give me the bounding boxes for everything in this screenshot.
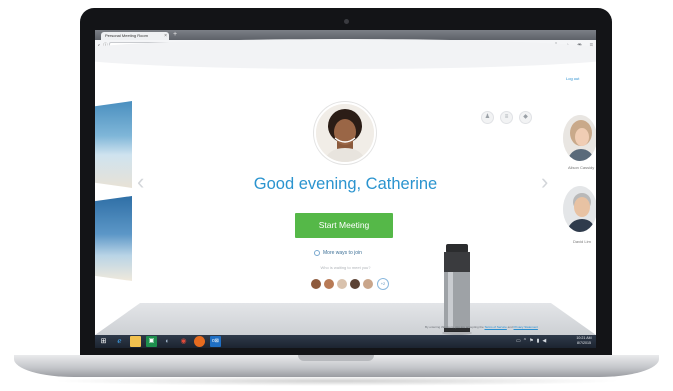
greeting-heading: Good evening, Catherine [253,175,438,193]
host-avatar [314,102,376,164]
host-portrait [316,104,374,162]
waiting-attendees: +2 [310,278,389,290]
attendee-avatar[interactable] [349,278,361,290]
taskbar-apps: ⊞ ℯ ▣ ◐ ◉ o⊠ [98,336,221,347]
meeting-room-page: Log out ‹ › ♟ ≡ ◆ Good evening, Catherin… [95,39,596,335]
keyboard-icon[interactable]: ▭ [516,337,521,346]
clock-date: 8/7/2015 [577,341,591,345]
laptop-shadow [50,376,623,386]
firefox-icon[interactable] [194,336,205,347]
travel-mug-image [442,244,472,335]
list-icon[interactable]: ≡ [500,111,513,124]
logout-link[interactable]: Log out [566,76,579,81]
browser-tab-title: Personal Meeting Room [105,33,148,38]
start-meeting-button[interactable]: Start Meeting [295,213,393,238]
legal-text: By entering this room, you are accepting… [425,325,484,329]
waiting-label: Who is waiting to meet you? [320,265,371,270]
system-tray: ▭ ^ ⚑ ▮ ◀ [516,337,546,346]
taskbar-clock[interactable]: 10:21 AM 8/7/2015 [573,336,595,346]
room-action-icons: ♟ ≡ ◆ [481,111,532,124]
browser-tab[interactable]: Personal Meeting Room × [101,32,169,40]
floor-platform [95,303,596,335]
laptop-base-notch [298,355,374,361]
right-person-name: David Lim [573,239,591,244]
chrome-icon[interactable]: ◉ [178,336,189,347]
legal-notice: By entering this room, you are accepting… [425,325,538,329]
volume-icon[interactable]: ◀ [542,337,546,346]
terms-link[interactable]: Terms of Service [484,325,506,329]
webcam-dot [344,19,349,24]
right-person-avatar[interactable] [563,186,596,232]
legal-and: and [507,325,513,329]
more-attendees-badge[interactable]: +2 [377,278,389,290]
store-icon[interactable]: ▣ [146,336,157,347]
new-tab-icon[interactable]: + [173,31,177,39]
outlook-icon[interactable]: o⊠ [210,336,221,347]
header-arc [95,39,596,69]
right-person-portrait [563,115,596,161]
windows-taskbar: ⊞ ℯ ▣ ◐ ◉ o⊠ ▭ ^ ⚑ ▮ ◀ 10:21 AM 8/7/2015 [95,335,596,348]
flag-icon[interactable]: ⚑ [529,337,533,346]
attendee-avatar[interactable] [310,278,322,290]
right-person-name: Alison Cassidy [568,165,595,170]
internet-explorer-icon[interactable]: ℯ [114,336,125,347]
attendee-avatar[interactable] [362,278,374,290]
windows-start-icon[interactable]: ⊞ [98,336,109,347]
file-explorer-icon[interactable] [130,336,141,347]
tag-icon[interactable]: ◆ [519,111,532,124]
person-icon[interactable]: ♟ [481,111,494,124]
privacy-link[interactable]: Privacy Statement [514,325,538,329]
attendee-avatar[interactable] [323,278,335,290]
more-ways-label: More ways to join [323,250,362,256]
right-person-portrait [563,186,596,232]
tab-close-icon[interactable]: × [164,32,167,40]
laptop-screen: Personal Meeting Room × + ‹ ⓘ go.webex.c… [95,30,596,348]
more-ways-to-join-link[interactable]: More ways to join [314,249,384,258]
app-icon[interactable]: ◐ [162,336,173,347]
right-person-avatar[interactable] [563,115,596,161]
chevron-up-icon[interactable]: ^ [524,337,526,346]
attendee-avatar[interactable] [336,278,348,290]
more-icon [314,249,320,256]
network-icon[interactable]: ▮ [537,337,540,346]
